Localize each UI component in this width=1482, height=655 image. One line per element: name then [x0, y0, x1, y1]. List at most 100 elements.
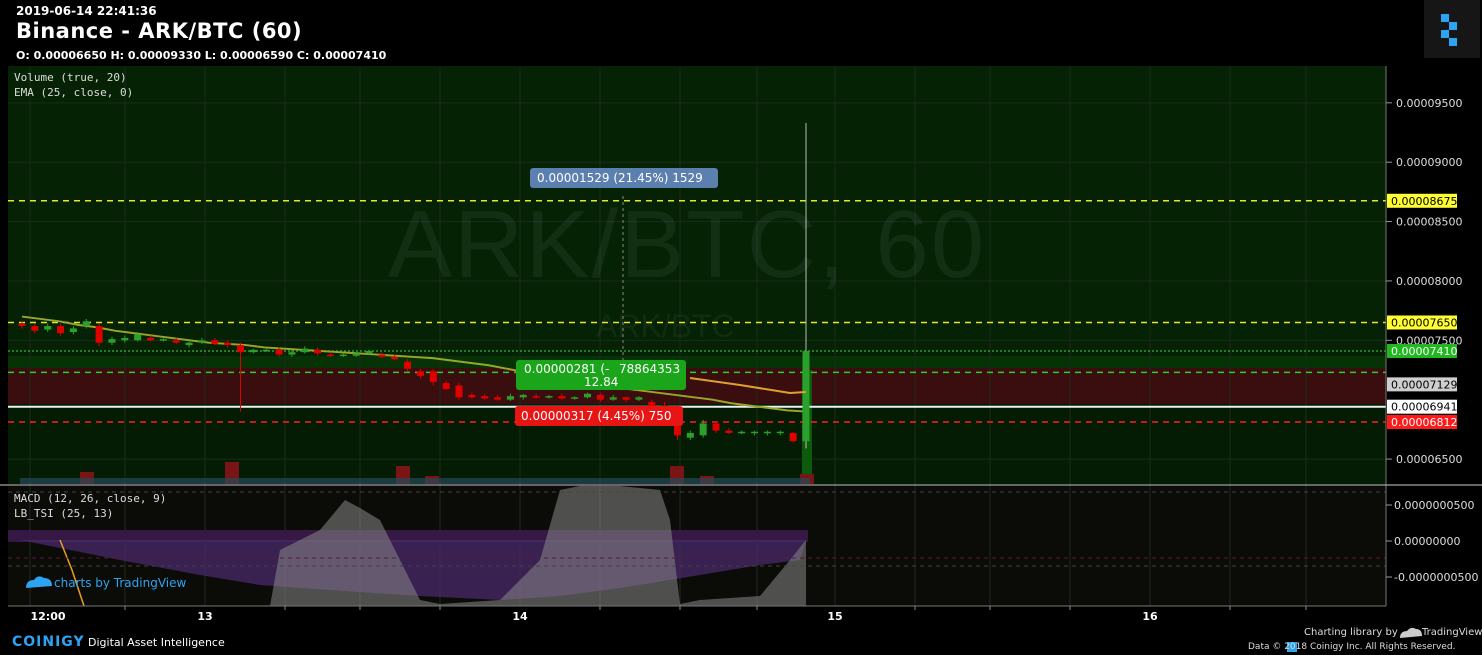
ema-indicator-label[interactable]: EMA (25, close, 0) [14, 86, 133, 99]
macd-axis-ticks: 0.0000000500 0.00000000 -0.0000000500 [1386, 499, 1478, 584]
green-zone-band [8, 356, 1386, 368]
candle-body [249, 349, 257, 353]
page-title: Binance - ARK/BTC (60) [16, 19, 303, 43]
y-tick-label: 0.00009000 [1396, 156, 1462, 169]
symbol-watermark: ARK/BTC, 60 [388, 191, 987, 298]
candle-body [699, 423, 707, 436]
macd-indicator-label[interactable]: MACD (12, 26, close, 9) [14, 492, 166, 505]
coinigy-brand[interactable]: COINIGY [12, 634, 85, 650]
candle-body [506, 396, 514, 400]
candle-body [82, 321, 90, 327]
candle-body [596, 394, 604, 400]
y-tick-label: 0.00008000 [1396, 275, 1462, 288]
candle-body [57, 326, 65, 334]
price-level-label: 0.00007650 [1391, 317, 1457, 330]
candle-body [494, 397, 502, 400]
candle-body [378, 354, 386, 357]
candle-body [147, 337, 155, 341]
candle-body [211, 340, 219, 344]
x-tick-label: 16 [1142, 610, 1158, 623]
y-tick-label: 0.00008500 [1396, 216, 1462, 229]
ohlc-readout: O: 0.00006650 H: 0.00009330 L: 0.0000659… [16, 49, 387, 62]
candle-body [468, 394, 476, 398]
candle-body [224, 342, 232, 346]
candle-body [198, 340, 206, 343]
tradingview-footer-icon [1400, 627, 1422, 638]
price-level-label: 0.00006941 [1391, 401, 1457, 414]
candle-body [236, 345, 244, 353]
candle-body [686, 432, 694, 438]
x-tick-label: 13 [197, 610, 212, 623]
price-level-labels: 0.00008675 0.00007650 0.00007410 0.00007129… [1387, 193, 1457, 430]
candle-body [262, 349, 270, 352]
candle-body [802, 351, 810, 442]
candle-body [301, 348, 309, 353]
candle-body [108, 339, 116, 343]
candle-body [69, 328, 77, 332]
x-tick-label: 15 [827, 610, 842, 623]
candle-body [789, 432, 797, 442]
chart-root: 0.00001529 (21.45%) 1529 0.00000281 (- 7… [0, 0, 1482, 655]
candle-body [429, 371, 437, 382]
lbtsi-indicator-label[interactable]: LB_TSI (25, 13) [14, 507, 113, 520]
chart-canvas: 0.00001529 (21.45%) 1529 0.00000281 (- 7… [0, 0, 1482, 652]
charting-library-label: Charting library by [1304, 627, 1398, 638]
timestamp: 2019-06-14 22:41:36 [16, 4, 157, 18]
candle-body [31, 326, 39, 331]
candle-body [751, 431, 759, 434]
price-level-label: 0.00006812 [1391, 416, 1457, 429]
candle-body [763, 431, 771, 434]
macd-tick-label: -0.0000000500 [1394, 571, 1478, 584]
candle-body [185, 342, 193, 346]
x-tick-label: 14 [512, 610, 528, 623]
measure-up-label: 0.00001529 (21.45%) 1529 [537, 171, 703, 185]
volume-baseline [20, 478, 810, 484]
candle-body [134, 334, 142, 341]
candle-body [172, 340, 180, 343]
candle-body [314, 349, 322, 354]
candle-body [404, 361, 412, 369]
candle-body [545, 396, 553, 398]
candle-body [365, 351, 373, 354]
copyright: Data © 2018 Coinigy Inc. All Rights Rese… [1248, 642, 1456, 652]
candle-body [275, 349, 283, 355]
candle-body [571, 397, 579, 399]
candle-body [44, 326, 52, 330]
measure-down-label: 0.00000317 (4.45%) 750 [521, 409, 672, 423]
candle-body [776, 431, 784, 434]
tradingview-link[interactable]: TradingView [1422, 627, 1482, 638]
brand-tagline: Digital Asset Intelligence [88, 636, 225, 649]
candle-body [558, 396, 566, 399]
coinigy-logo-icon [1424, 0, 1480, 58]
tradingview-watermark[interactable]: charts by TradingView [54, 576, 186, 590]
measure-mid-label-2: 78864353 [619, 362, 680, 376]
candle-body [339, 354, 347, 357]
candle-body [712, 423, 720, 431]
candle-body [288, 352, 296, 355]
candle-body [18, 323, 26, 327]
candle-body [725, 430, 733, 433]
candle-body [622, 397, 630, 400]
measure-mid-label-3: 12.84 [584, 375, 618, 389]
candle-body [584, 393, 592, 398]
price-level-label: 0.00007410 [1391, 345, 1457, 358]
candle-body [326, 354, 334, 357]
candle-body [121, 337, 129, 341]
candle-body [391, 356, 399, 360]
x-tick-label: 12:00 [30, 610, 65, 623]
y-tick-label: 0.00006500 [1396, 453, 1462, 466]
candle-body [416, 371, 424, 376]
y-tick-label: 0.00009500 [1396, 97, 1462, 110]
volume-indicator-label[interactable]: Volume (true, 20) [14, 71, 127, 84]
price-level-label: 0.00008675 [1391, 195, 1457, 208]
candle-body [481, 396, 489, 399]
candle-body [455, 385, 463, 398]
measure-mid-label-1: 0.00000281 (- [524, 362, 609, 376]
candle-body [352, 353, 360, 356]
candle-body [95, 326, 103, 343]
candle-body [159, 339, 167, 341]
x-axis-ticks: 12:00 13 14 15 16 [30, 606, 1307, 623]
candle-body [635, 397, 643, 400]
candle-body [519, 394, 527, 398]
symbol-watermark-small: ARK/BTC [596, 308, 735, 344]
